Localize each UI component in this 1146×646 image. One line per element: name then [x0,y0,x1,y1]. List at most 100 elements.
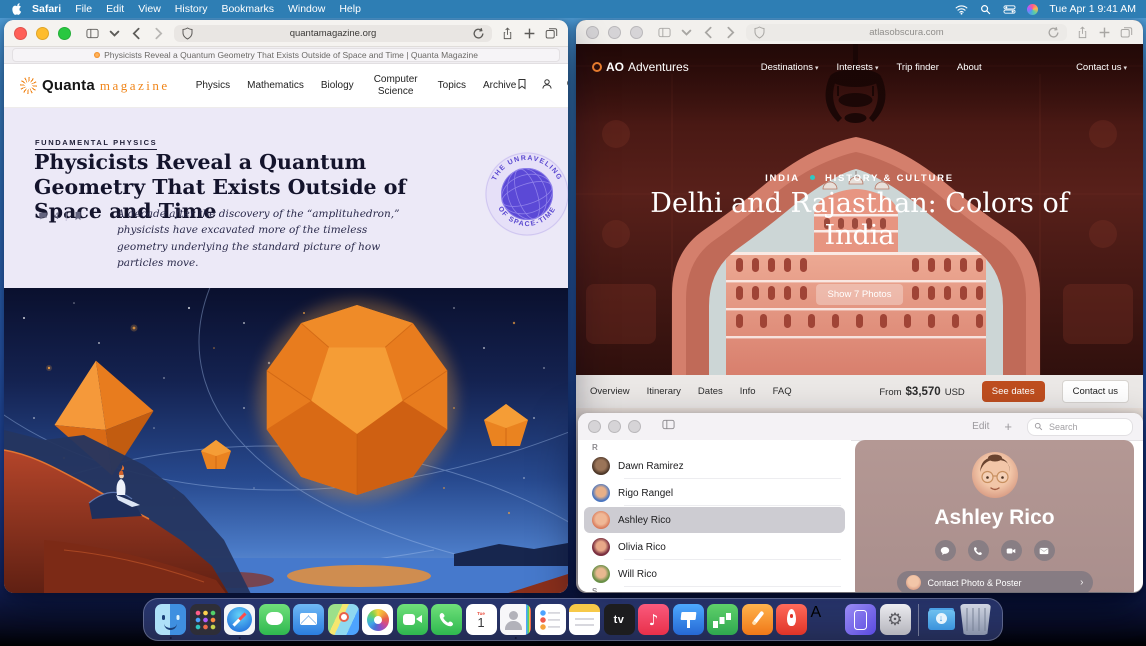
hero-tag-topic[interactable]: HISTORY & CULTURE [825,173,954,184]
music-dock-icon[interactable]: ♪ [638,604,669,635]
browser-tab[interactable]: Physicists Reveal a Quantum Geometry Tha… [12,48,560,62]
contact-photo-poster-row[interactable]: Contact Photo & Poster › [897,571,1093,592]
tab-overview-icon[interactable] [1120,26,1133,39]
contact-photo[interactable] [972,452,1018,498]
back-icon[interactable] [702,26,715,39]
new-tab-icon[interactable] [1098,26,1111,39]
nav-destinations[interactable]: Destinations▾ [761,62,819,73]
comments-icon[interactable] [38,211,48,221]
atlas-logo[interactable]: AOAdventures [592,60,689,74]
downloads-dock-icon[interactable] [926,604,957,635]
minimize-button[interactable] [608,26,621,39]
forward-icon[interactable] [152,27,165,40]
minimize-button[interactable] [608,420,621,433]
hero-tag-country[interactable]: INDIA [765,173,800,184]
tab-info[interactable]: Info [740,386,756,397]
keynote-dock-icon[interactable] [673,604,704,635]
account-icon[interactable] [541,77,553,95]
url-field[interactable]: atlasobscura.com [746,24,1067,41]
contact-row[interactable]: Rigo Rangel [584,480,845,506]
zoom-button[interactable] [58,27,71,40]
tab-dates[interactable]: Dates [698,386,723,397]
nav-archive[interactable]: Archive [483,80,516,91]
phone-dock-icon[interactable] [431,604,462,635]
comments-count[interactable]: 4 [54,211,59,221]
edit-button[interactable]: Edit [972,421,989,432]
app-store-dock-icon[interactable]: A [811,604,842,635]
call-button[interactable] [968,540,989,561]
menu-window[interactable]: Window [288,3,325,15]
chevron-down-icon[interactable] [108,27,121,40]
zoom-button[interactable] [628,420,641,433]
numbers-dock-icon[interactable] [707,604,738,635]
sidebar-icon[interactable] [658,26,671,39]
nav-interests[interactable]: Interests▾ [837,62,879,73]
menu-bookmarks[interactable]: Bookmarks [221,3,274,15]
menu-history[interactable]: History [175,3,208,15]
maps-dock-icon[interactable] [328,604,359,635]
zoom-button[interactable] [630,26,643,39]
close-button[interactable] [14,27,27,40]
message-button[interactable] [935,540,956,561]
back-icon[interactable] [130,27,143,40]
system-settings-dock-icon[interactable]: ⚙ [880,604,911,635]
search-input[interactable] [1047,421,1111,433]
photos-dock-icon[interactable] [362,604,393,635]
tab-itinerary[interactable]: Itinerary [647,386,681,397]
nav-about[interactable]: About [957,62,982,73]
share-icon[interactable] [501,27,514,40]
privacy-shield-icon[interactable] [753,26,766,39]
contact-row[interactable]: Dawn Ramirez [584,453,845,479]
menu-app-name[interactable]: Safari [32,3,61,15]
nav-topics[interactable]: Topics [438,80,466,91]
mail-dock-icon[interactable] [293,604,324,635]
nav-trip-finder[interactable]: Trip finder [896,62,938,73]
siri-icon[interactable] [1027,4,1038,15]
new-tab-icon[interactable] [523,27,536,40]
menu-file[interactable]: File [75,3,92,15]
contact-row-selected[interactable]: Ashley Rico [584,507,845,533]
chevron-down-icon[interactable] [680,26,693,39]
sidebar-icon[interactable] [662,418,675,436]
contacts-dock-icon[interactable] [500,604,531,635]
tab-overview[interactable]: Overview [590,386,630,397]
nav-physics[interactable]: Physics [196,80,230,91]
rocket-dock-icon[interactable] [776,604,807,635]
notes-dock-icon[interactable] [569,604,600,635]
close-button[interactable] [588,420,601,433]
launchpad-dock-icon[interactable] [190,604,221,635]
messages-dock-icon[interactable] [259,604,290,635]
contacts-search-field[interactable] [1027,418,1133,436]
see-dates-button[interactable]: See dates [982,381,1045,402]
pages-dock-icon[interactable] [742,604,773,635]
minimize-button[interactable] [36,27,49,40]
menu-help[interactable]: Help [339,3,361,15]
spotlight-search-icon[interactable] [979,4,992,15]
iphone-mirroring-dock-icon[interactable] [845,604,876,635]
contact-row[interactable]: Olivia Rico [584,534,845,560]
nav-contact-us[interactable]: Contact us▾ [1076,62,1127,73]
save-article-icon[interactable] [73,211,83,221]
close-button[interactable] [586,26,599,39]
bookmark-icon[interactable] [516,77,528,95]
safari-dock-icon[interactable] [224,604,255,635]
privacy-shield-icon[interactable] [181,27,194,40]
nav-mathematics[interactable]: Mathematics [247,80,304,91]
reload-icon[interactable] [1047,26,1060,39]
article-kicker[interactable]: FUNDAMENTAL PHYSICS [35,138,157,150]
menu-view[interactable]: View [138,3,161,15]
finder-dock-icon[interactable] [155,604,186,635]
video-call-button[interactable] [1001,540,1022,561]
apple-menu-icon[interactable] [12,3,22,15]
url-field[interactable]: quantamagazine.org [174,25,492,42]
facetime-dock-icon[interactable] [397,604,428,635]
calendar-dock-icon[interactable]: Tue1 [466,604,497,635]
control-center-icon[interactable] [1003,4,1016,15]
nav-biology[interactable]: Biology [321,80,354,91]
sidebar-icon[interactable] [86,27,99,40]
nav-computer-science[interactable]: Computer Science [371,74,421,97]
tab-faq[interactable]: FAQ [773,386,792,397]
menu-bar-clock[interactable]: Tue Apr 1 9:41 AM [1049,3,1136,15]
reload-icon[interactable] [472,27,485,40]
email-button[interactable] [1034,540,1055,561]
